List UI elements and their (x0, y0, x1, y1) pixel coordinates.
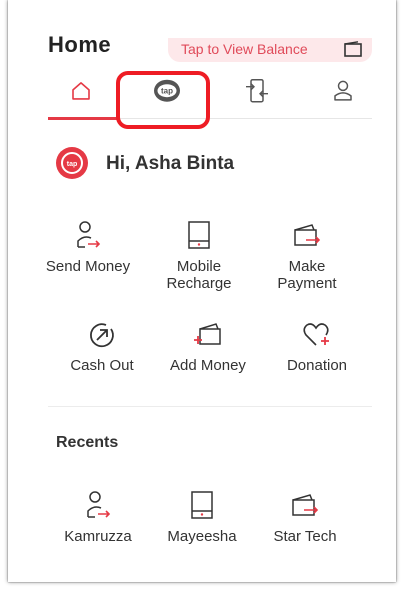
recent-contact-label: Kamruzza (64, 528, 132, 545)
add-money-icon (194, 323, 221, 345)
app-screen: Home Tap to View Balance tap tap Hi, Ash… (8, 0, 396, 582)
send-money-button[interactable]: Send Money (36, 220, 140, 275)
recent-contact-kamruzza[interactable]: Kamruzza (46, 490, 150, 545)
profile-icon (334, 80, 352, 101)
cash-out-button[interactable]: Cash Out (50, 321, 154, 374)
wallet-icon (344, 41, 362, 61)
donation-button[interactable]: Donation (265, 321, 369, 374)
greeting-text: Hi, Asha Binta (106, 153, 235, 174)
recent-contact-label: Star Tech (273, 528, 337, 545)
tab-transfer[interactable] (224, 66, 290, 118)
mobile-recharge-button[interactable]: Mobile Recharge (147, 220, 251, 292)
tab-home[interactable] (48, 66, 118, 120)
send-money-icon (77, 221, 101, 248)
mobile-recharge-icon (188, 221, 210, 249)
donation-label: Donation (286, 357, 348, 374)
svg-text:tap: tap (67, 161, 78, 168)
mobile-recharge-label: Mobile Recharge (166, 258, 232, 292)
active-tab-indicator (48, 117, 118, 120)
add-money-label: Add Money (170, 357, 246, 374)
avatar: tap (56, 147, 88, 179)
header: Home Tap to View Balance (8, 0, 396, 62)
page-title: Home (48, 32, 112, 57)
mobile-recharge-icon (191, 491, 213, 519)
tab-profile[interactable] (310, 66, 376, 118)
recents-title: Recents (56, 434, 119, 451)
donation-icon (303, 323, 329, 346)
make-payment-label: Make Payment (277, 258, 337, 292)
cash-out-icon (90, 323, 114, 348)
phone-transfer-icon (246, 78, 268, 103)
home-icon (72, 82, 90, 100)
make-payment-icon (292, 494, 319, 516)
divider (48, 406, 372, 407)
send-money-icon (87, 491, 111, 518)
cash-out-label: Cash Out (70, 357, 134, 374)
add-money-button[interactable]: Add Money (156, 321, 260, 374)
recent-contact-label: Mayeesha (167, 528, 237, 545)
tap-logo-icon: tap (61, 152, 83, 174)
tab-bar: tap (48, 66, 372, 120)
send-money-label: Send Money (45, 258, 131, 275)
view-balance-button[interactable]: Tap to View Balance (168, 38, 372, 62)
recent-contact-mayeesha[interactable]: Mayeesha (150, 490, 254, 545)
make-payment-icon (294, 224, 321, 246)
recent-contact-star-tech[interactable]: Star Tech (253, 490, 357, 545)
highlight-box (116, 71, 210, 129)
view-balance-label: Tap to View Balance (181, 41, 308, 57)
make-payment-button[interactable]: Make Payment (255, 220, 359, 292)
